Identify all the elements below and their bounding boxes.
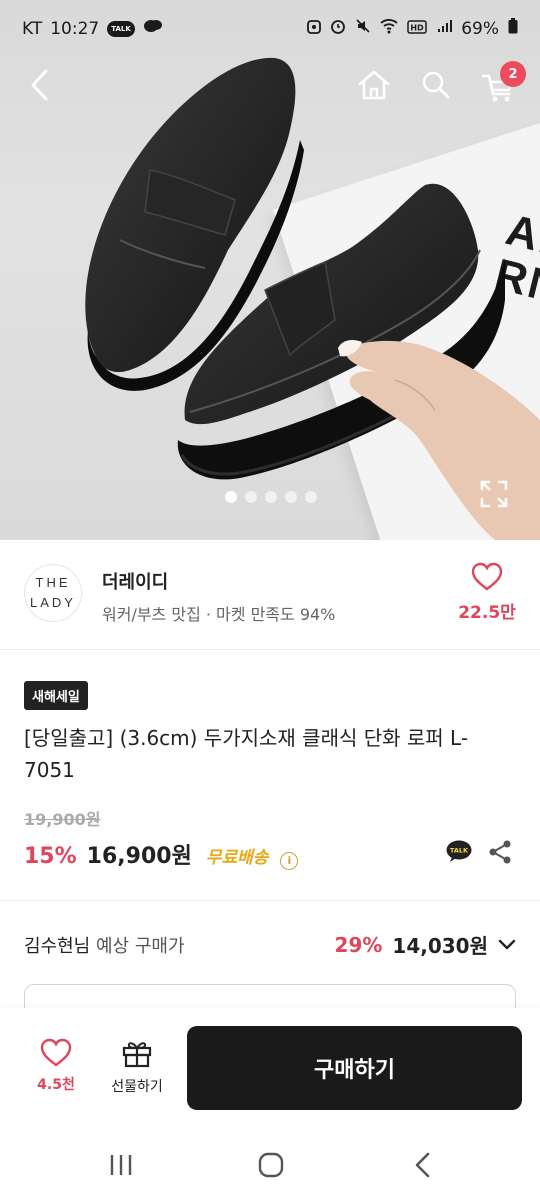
- recent-apps-icon: [110, 1155, 132, 1175]
- share-icon: [489, 840, 511, 864]
- like-button[interactable]: 4.5천: [26, 1038, 86, 1094]
- expected-price-label: 김수현님 예상 구매가: [24, 932, 185, 958]
- expected-price-toggle[interactable]: 29% 14,030원: [335, 930, 516, 959]
- heart-outline-icon: [471, 562, 503, 591]
- chevron-left-icon: [31, 69, 48, 101]
- system-navigation-bar: [0, 1128, 540, 1200]
- seller-logo-line1: THE: [35, 575, 71, 590]
- carousel-dot[interactable]: [285, 491, 297, 503]
- carousel-dot[interactable]: [245, 491, 257, 503]
- seller-section[interactable]: THE LADY 더레이디 워커/부츠 맛집 · 마켓 만족도 94% 22.5…: [0, 540, 540, 650]
- carousel-dot[interactable]: [265, 491, 277, 503]
- app-notification-icon: [307, 18, 322, 39]
- info-icon[interactable]: i: [280, 851, 299, 870]
- hd-voice-icon: HD: [407, 19, 427, 39]
- gift-icon: [122, 1042, 152, 1068]
- search-icon: [422, 71, 450, 99]
- recent-apps-button[interactable]: [106, 1150, 136, 1180]
- back-button[interactable]: [18, 63, 62, 107]
- seller-meta: 워커/부츠 맛집 · 마켓 만족도 94%: [102, 605, 336, 624]
- cart-count-badge: 2: [500, 61, 526, 87]
- kakaotalk-notification-icon: TALK: [107, 20, 135, 37]
- original-price: 19,900원: [24, 810, 101, 829]
- kakaotalk-label: TALK: [450, 847, 469, 855]
- chevron-left-icon: [415, 1152, 430, 1178]
- gift-label: 선물하기: [111, 1079, 163, 1095]
- share-button[interactable]: [488, 839, 512, 865]
- seller-logo-line2: LADY: [30, 595, 76, 610]
- alarm-icon: [330, 18, 346, 39]
- seller-logo[interactable]: THE LADY: [24, 564, 82, 622]
- signal-icon: [436, 18, 453, 39]
- carousel-dot[interactable]: [225, 491, 237, 503]
- svg-text:HD: HD: [411, 23, 425, 32]
- mute-icon: [355, 18, 371, 39]
- home-icon: [358, 70, 390, 100]
- home-button[interactable]: [352, 63, 396, 107]
- kakaotalk-share-button[interactable]: TALK: [446, 840, 472, 862]
- seller-favorite-count: 22.5만: [458, 603, 516, 623]
- status-bar: KT 10:27 TALK HD 69%: [0, 0, 540, 60]
- purchase-bar: 4.5천 선물하기 구매하기: [0, 1008, 540, 1128]
- chat-notification-icon: [143, 18, 163, 39]
- system-back-button[interactable]: [408, 1150, 438, 1180]
- search-button[interactable]: [414, 63, 458, 107]
- system-home-button[interactable]: [256, 1150, 286, 1180]
- carousel-dot[interactable]: [305, 491, 317, 503]
- like-count: 4.5천: [37, 1077, 75, 1093]
- discount-rate: 15%: [24, 844, 77, 869]
- loafer-shoes-image: [85, 57, 540, 540]
- fullscreen-button[interactable]: [478, 478, 510, 510]
- price-row: 15% 16,900원 무료배송 i: [24, 838, 299, 870]
- product-image-carousel[interactable]: AR RNA KT 10:27 TALK HD 69% 2: [0, 0, 540, 540]
- sale-price: 16,900원: [86, 844, 192, 869]
- wifi-icon: [380, 18, 398, 39]
- buy-button[interactable]: 구매하기: [187, 1026, 522, 1110]
- gift-button[interactable]: 선물하기: [102, 1038, 172, 1096]
- product-title: [당일출고] (3.6cm) 두가지소재 클래식 단화 로퍼 L-7051: [24, 726, 469, 782]
- kakaotalk-icon: TALK: [446, 840, 472, 862]
- expand-icon: [480, 480, 508, 508]
- battery-icon: [508, 18, 518, 39]
- free-shipping-label: 무료배송: [205, 848, 269, 868]
- section-divider: [0, 900, 540, 901]
- battery-percent: 69%: [461, 18, 499, 39]
- carrier-label: KT: [22, 18, 43, 39]
- clock: 10:27: [50, 18, 100, 39]
- sale-tag: 새해세일: [24, 681, 88, 710]
- carousel-indicator: [225, 491, 317, 503]
- expected-discount-rate: 29%: [334, 932, 383, 957]
- expected-price: 14,030원: [392, 934, 488, 958]
- seller-name[interactable]: 더레이디: [102, 568, 168, 594]
- seller-favorite-button[interactable]: 22.5만: [456, 562, 518, 623]
- heart-outline-icon: [40, 1038, 72, 1067]
- user-name: 김수현님: [24, 936, 91, 957]
- home-circle-icon: [258, 1152, 284, 1178]
- expected-price-caption: 예상 구매가: [95, 936, 185, 957]
- chevron-down-icon: [498, 939, 516, 949]
